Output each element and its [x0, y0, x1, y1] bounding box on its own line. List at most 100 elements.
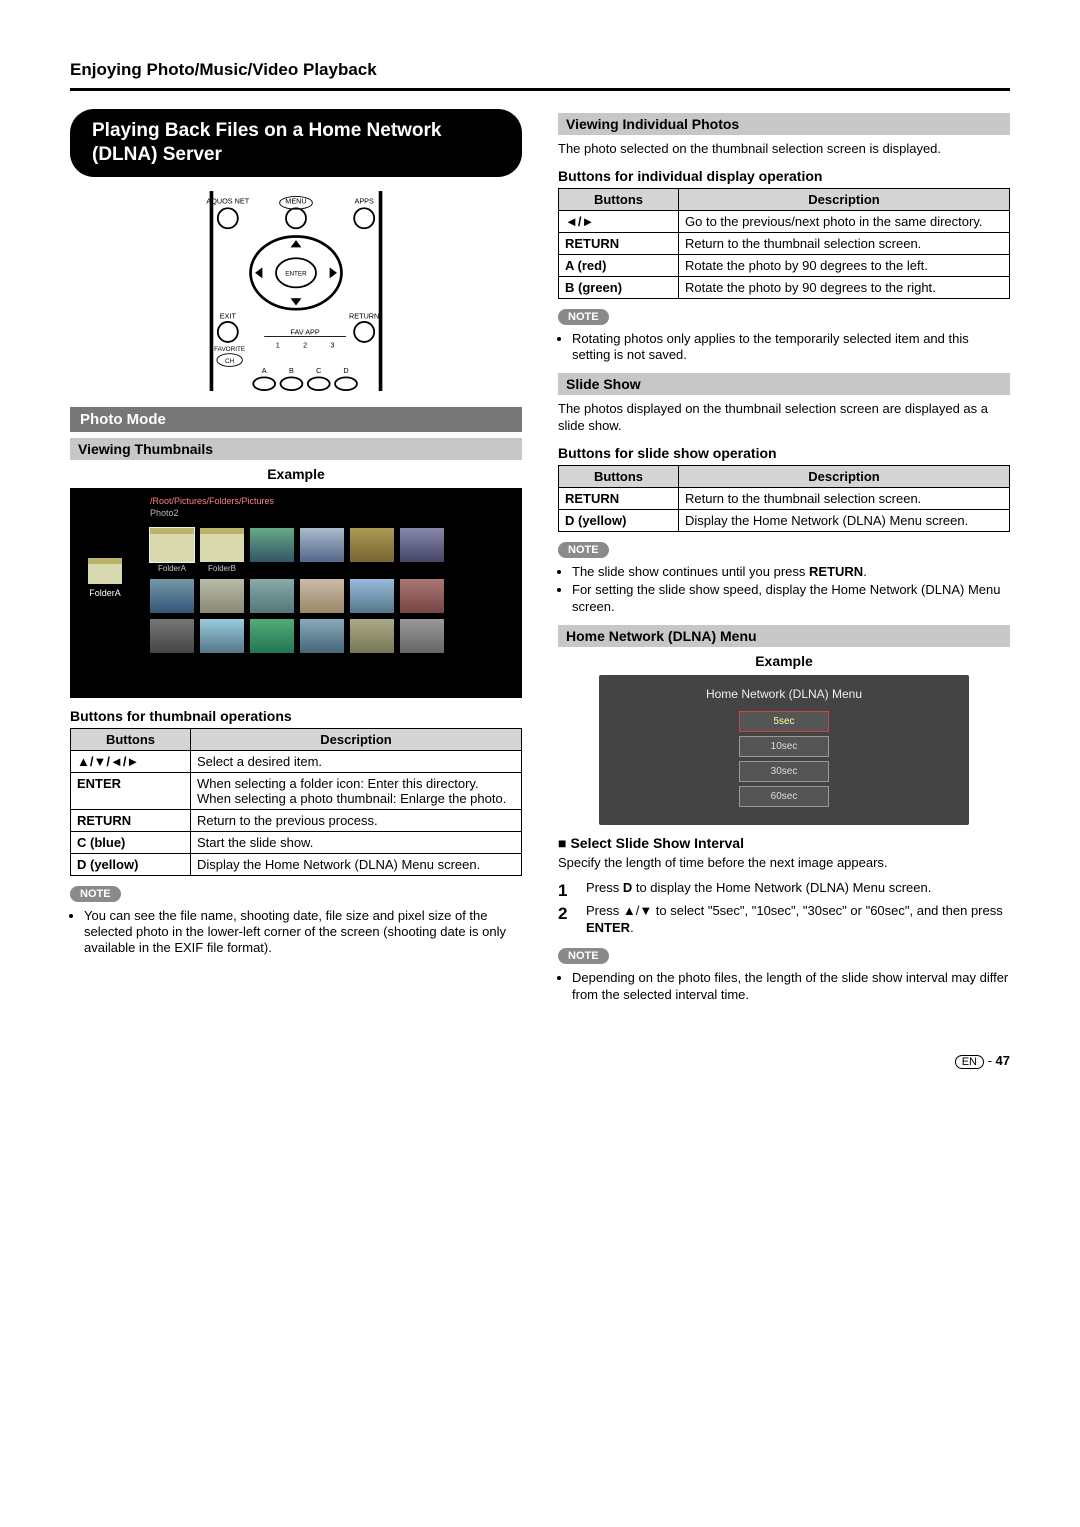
thumbnail-placeholder: [250, 579, 294, 613]
enter-label: ENTER: [285, 270, 307, 277]
folder-icon: [200, 528, 244, 562]
thumbnail-path: /Root/Pictures/Folders/Pictures: [150, 496, 274, 506]
left-column: Playing Back Files on a Home Network (DL…: [70, 109, 522, 1013]
table-cell: RETURN: [71, 809, 191, 831]
dlna-menu-option: 60sec: [739, 786, 829, 807]
aquos-net-label: AQUOS NET: [206, 196, 249, 205]
example-label-2: Example: [558, 653, 1010, 669]
thumbnail-placeholder: [400, 528, 444, 562]
main-heading: Playing Back Files on a Home Network (DL…: [70, 109, 522, 177]
table-cell: Select a desired item.: [191, 750, 522, 772]
table-cell: ▲/▼/◄/►: [71, 750, 191, 772]
thumbnail-placeholder: [200, 579, 244, 613]
table-cell: Return to the thumbnail selection screen…: [679, 488, 1010, 510]
thumbnail-placeholder: [350, 579, 394, 613]
table-cell: D (yellow): [559, 510, 679, 532]
thumbnail-placeholder: [150, 579, 194, 613]
note-list: The slide show continues until you press…: [558, 564, 1010, 615]
thumbnail-current: Photo2: [150, 508, 179, 518]
table-cell: Rotate the photo by 90 degrees to the ri…: [679, 276, 1010, 298]
thumbnail-placeholder: [350, 528, 394, 562]
dlna-menu-figure: Home Network (DLNA) Menu 5sec 10sec 30se…: [599, 675, 969, 825]
ch-label: CH: [225, 357, 235, 364]
table-cell: Go to the previous/next photo in the sam…: [679, 210, 1010, 232]
table-header-buttons: Buttons: [559, 466, 679, 488]
viewing-individual-body: The photo selected on the thumbnail sele…: [558, 141, 1010, 158]
folder-b-label: FolderB: [200, 564, 244, 573]
thumbnail-placeholder: [400, 579, 444, 613]
dlna-menu-option: 10sec: [739, 736, 829, 757]
example-label-1: Example: [70, 466, 522, 482]
viewing-thumbnails-heading: Viewing Thumbnails: [70, 438, 522, 460]
favapp-3: 3: [330, 340, 334, 349]
individual-ops-table: Buttons Description ◄/►Go to the previou…: [558, 188, 1010, 299]
note-list: Rotating photos only applies to the temp…: [558, 331, 1010, 364]
slide-ops-title: Buttons for slide show operation: [558, 445, 1010, 461]
folder-icon: [150, 528, 194, 562]
table-header-description: Description: [191, 728, 522, 750]
note-item: You can see the file name, shooting date…: [84, 908, 522, 957]
note-item: Depending on the photo files, the length…: [572, 970, 1010, 1003]
note-list: Depending on the photo files, the length…: [558, 970, 1010, 1003]
remote-figure: AQUOS NET MENU APPS ENTER: [181, 191, 411, 391]
table-header-buttons: Buttons: [559, 188, 679, 210]
table-cell: Display the Home Network (DLNA) Menu scr…: [191, 853, 522, 875]
thumbnail-placeholder: [200, 619, 244, 653]
thumbnail-placeholder: [400, 619, 444, 653]
menu-label: MENU: [285, 196, 306, 205]
folder-icon: [88, 558, 122, 584]
table-cell: RETURN: [559, 488, 679, 510]
table-cell: RETURN: [559, 232, 679, 254]
table-cell: Return to the previous process.: [191, 809, 522, 831]
thumbnail-placeholder: [250, 528, 294, 562]
photo-mode-heading: Photo Mode: [70, 407, 522, 432]
steps-list: Press D to display the Home Network (DLN…: [558, 880, 1010, 937]
btn-d-label: D: [343, 365, 348, 374]
table-cell: Rotate the photo by 90 degrees to the le…: [679, 254, 1010, 276]
thumbnail-placeholder: [300, 619, 344, 653]
square-bullet-icon: ■: [558, 835, 566, 851]
favapp-2: 2: [303, 340, 307, 349]
viewing-individual-heading: Viewing Individual Photos: [558, 113, 1010, 135]
btn-c-label: C: [316, 365, 321, 374]
table-cell: D (yellow): [71, 853, 191, 875]
right-column: Viewing Individual Photos The photo sele…: [558, 109, 1010, 1013]
note-badge: NOTE: [558, 542, 609, 558]
table-cell: When selecting a folder icon: Enter this…: [191, 772, 522, 809]
table-cell: A (red): [559, 254, 679, 276]
note-item: For setting the slide show speed, displa…: [572, 582, 1010, 615]
slide-show-heading: Slide Show: [558, 373, 1010, 395]
step-item: Press D to display the Home Network (DLN…: [558, 880, 1010, 897]
page-number: 47: [996, 1053, 1010, 1068]
exit-label: EXIT: [220, 311, 237, 320]
step-item: Press ▲/▼ to select "5sec", "10sec", "30…: [558, 903, 1010, 937]
note-item: The slide show continues until you press…: [572, 564, 1010, 580]
select-interval-body: Specify the length of time before the ne…: [558, 855, 1010, 872]
footer-sep: -: [984, 1053, 996, 1068]
thumb-ops-title: Buttons for thumbnail operations: [70, 708, 522, 724]
left-folder-label: FolderA: [88, 588, 122, 598]
footer-lang: EN: [955, 1055, 984, 1069]
favapp-1: 1: [276, 340, 280, 349]
btn-a-label: A: [262, 365, 267, 374]
page-footer: EN - 47: [70, 1053, 1010, 1068]
dlna-menu-heading: Home Network (DLNA) Menu: [558, 625, 1010, 647]
thumbnail-placeholder: [350, 619, 394, 653]
favorite-label: FAVORITE: [214, 346, 245, 353]
chapter-title: Enjoying Photo/Music/Video Playback: [70, 60, 1010, 80]
table-header-description: Description: [679, 188, 1010, 210]
table-cell: ◄/►: [559, 210, 679, 232]
return-label: RETURN: [349, 311, 379, 320]
table-cell: Display the Home Network (DLNA) Menu scr…: [679, 510, 1010, 532]
dlna-menu-option: 30sec: [739, 761, 829, 782]
table-cell: ENTER: [71, 772, 191, 809]
note-item: Rotating photos only applies to the temp…: [572, 331, 1010, 364]
table-cell: Return to the thumbnail selection screen…: [679, 232, 1010, 254]
note-badge: NOTE: [70, 886, 121, 902]
thumbnail-placeholder: [150, 619, 194, 653]
note-list: You can see the file name, shooting date…: [70, 908, 522, 957]
slide-ops-table: Buttons Description RETURNReturn to the …: [558, 465, 1010, 532]
table-header-buttons: Buttons: [71, 728, 191, 750]
thumbnail-screen-figure: /Root/Pictures/Folders/Pictures Photo2 F…: [70, 488, 522, 698]
thumb-ops-table: Buttons Description ▲/▼/◄/►Select a desi…: [70, 728, 522, 876]
